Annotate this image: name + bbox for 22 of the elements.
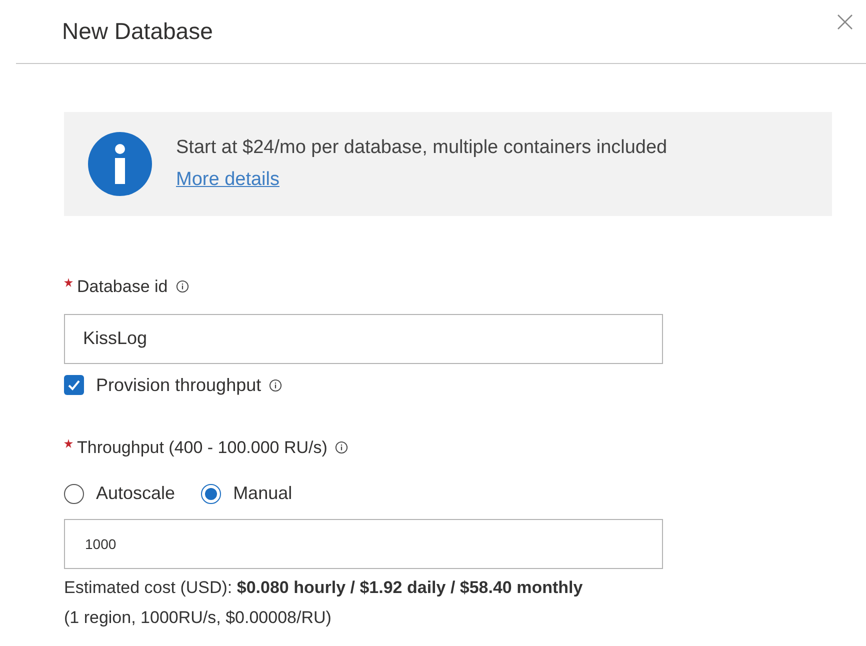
cost-text: (1 region, 1000RU/s, $0.00008/RU) (64, 606, 332, 628)
checkbox-label: Provision throughput (96, 374, 262, 397)
radio-label: Manual (233, 482, 292, 505)
field-value: 1000 (85, 534, 116, 554)
checkbox[interactable] (64, 375, 84, 395)
cost-text: Estimated cost (USD): $0.080 hourly / $1.92 daily / $58.40 monthly (64, 577, 584, 599)
radio-button[interactable] (201, 484, 222, 504)
panel-title: New Database (62, 17, 213, 46)
field-label: Database id (77, 276, 168, 298)
info-icon[interactable] (176, 280, 189, 294)
more-details-link[interactable]: More details (176, 166, 280, 194)
info-icon[interactable] (269, 378, 282, 392)
throughput-field[interactable]: 1000 (64, 519, 663, 569)
info-icon (88, 132, 152, 196)
field-value: KissLog (83, 327, 148, 350)
radio-label: Autoscale (96, 482, 176, 505)
info-text: Start at $24/mo per database, multiple containers included (176, 136, 668, 160)
field-label: Throughput (400 - 100.000 RU/s) (77, 436, 328, 458)
checkmark-icon (67, 378, 81, 392)
radio-button[interactable] (64, 484, 84, 504)
info-icon[interactable] (335, 440, 348, 454)
database-id-field[interactable]: KissLog (64, 314, 663, 364)
